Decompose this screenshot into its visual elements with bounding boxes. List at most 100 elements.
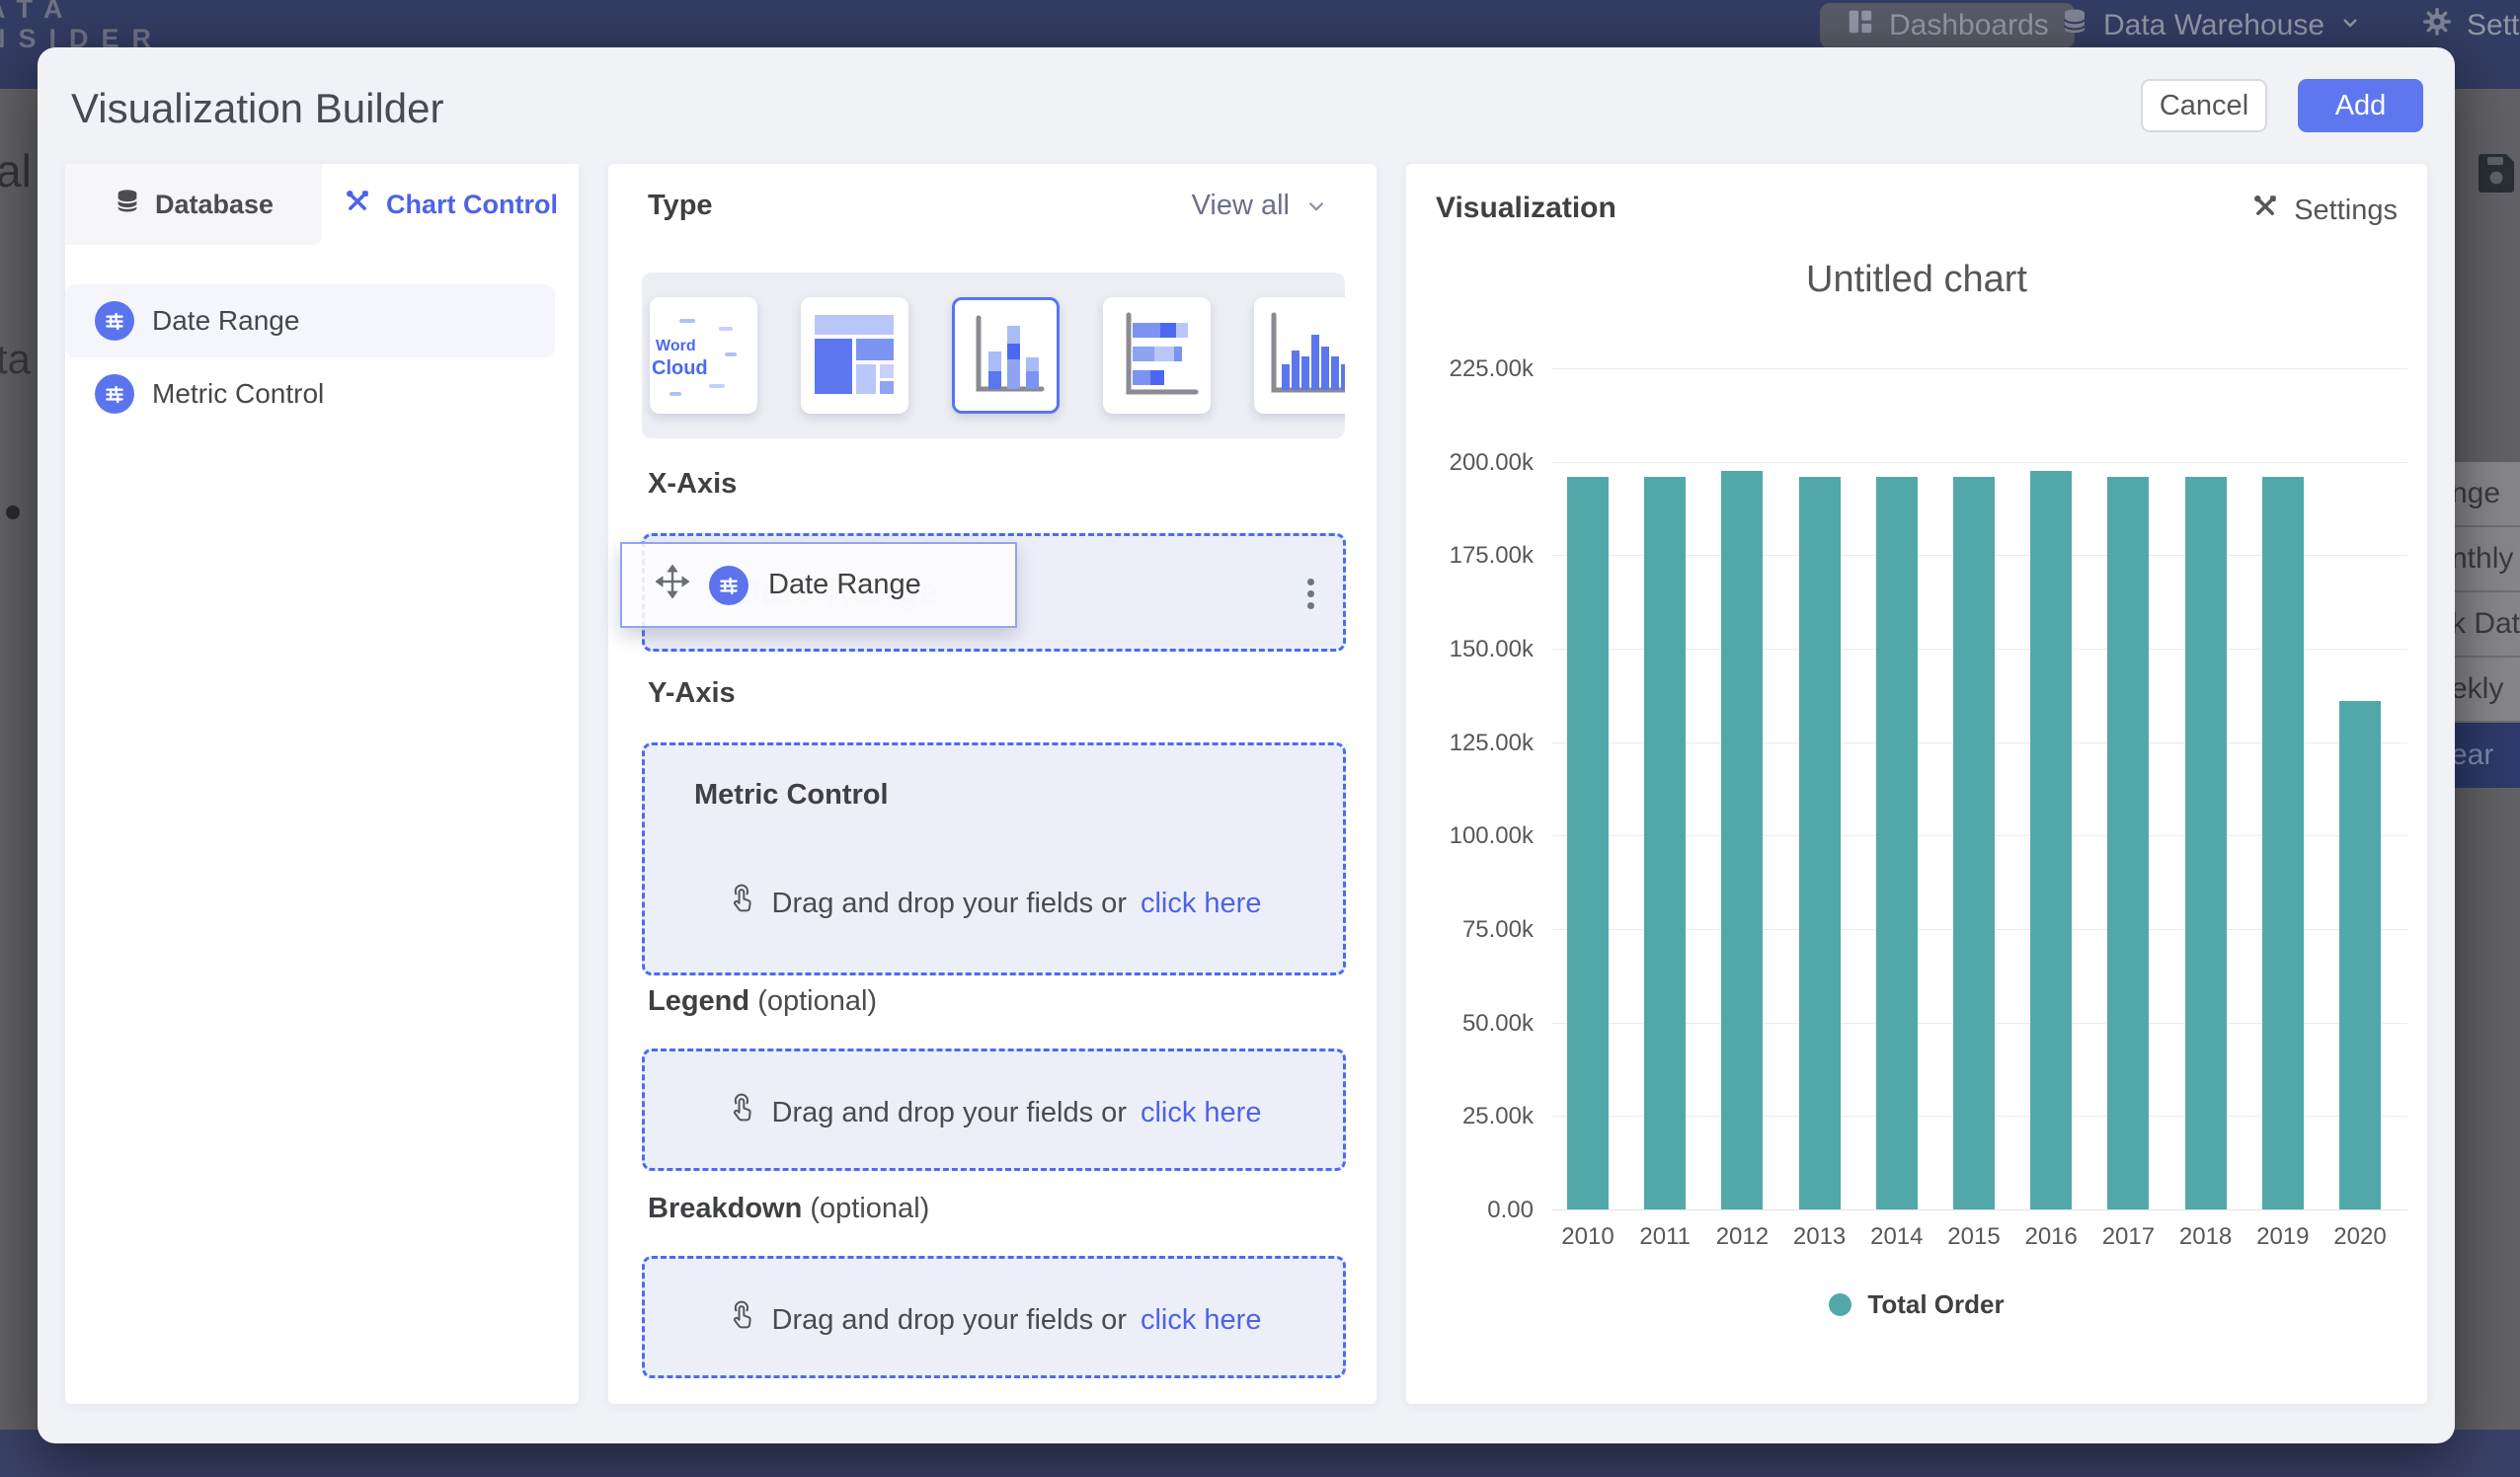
chart-legend: Total Order	[1406, 1289, 2427, 1320]
field-date-range-label: Date Range	[152, 305, 299, 337]
click-here-link[interactable]: click here	[1141, 1304, 1262, 1337]
chart-type-horizontal-bar[interactable]	[1103, 297, 1211, 414]
bar-2013	[1799, 477, 1841, 1209]
x-tick-label: 2012	[1702, 1223, 1781, 1251]
x-tick-label: 2018	[2166, 1223, 2245, 1251]
tab-database-label: Database	[155, 190, 274, 220]
settings-label: Settings	[2294, 194, 2398, 227]
tap-hand-icon	[727, 884, 758, 923]
click-here-link[interactable]: click here	[1141, 1097, 1262, 1129]
screen: ATA NSIDER Dashboards Data Warehouse Set…	[0, 0, 2520, 1477]
view-all-label: View all	[1192, 190, 1290, 222]
drop-hint: Drag and drop your fields or click here	[645, 884, 1343, 923]
x-tick-label: 2015	[1934, 1223, 2013, 1251]
y-tick-label: 100.00k	[1405, 822, 1534, 850]
legend-label: Total Order	[1867, 1289, 2004, 1320]
y-tick-label: 200.00k	[1405, 449, 1534, 477]
cancel-button[interactable]: Cancel	[2141, 79, 2267, 132]
tap-hand-icon	[727, 1093, 758, 1132]
x-axis-section-label: X-Axis	[648, 468, 737, 501]
tab-chart-control[interactable]: Chart Control	[322, 164, 579, 245]
visualization-builder-modal: Visualization Builder Cancel Add Databas…	[38, 47, 2455, 1443]
drop-hint: Drag and drop your fields or click here	[645, 1300, 1343, 1340]
breakdown-dropzone[interactable]: Drag and drop your fields or click here	[642, 1256, 1346, 1378]
chart-plot: 225.00k200.00k175.00k150.00k125.00k100.0…	[1552, 368, 2407, 1209]
add-button[interactable]: Add	[2298, 79, 2423, 132]
chip-label: Date Range	[768, 569, 921, 601]
y-tick-label: 25.00k	[1405, 1103, 1534, 1130]
gridline	[1552, 1209, 2407, 1210]
y-tick-label: 0.00	[1405, 1197, 1534, 1224]
builder-panel: Type View all Word Cloud	[608, 164, 1377, 1404]
gear-icon	[2421, 6, 2453, 45]
bar-2015	[1953, 477, 1995, 1209]
bar-2016	[2030, 471, 2072, 1209]
bg-menu-item: nge	[2449, 462, 2520, 527]
y-tick-label: 75.00k	[1405, 916, 1534, 944]
fields-panel: Database Chart Control Date Range Metric…	[65, 164, 579, 1404]
click-here-link[interactable]: click here	[1141, 888, 1262, 920]
database-icon	[2060, 7, 2089, 44]
y-tick-label: 175.00k	[1405, 542, 1534, 570]
y-tick-label: 150.00k	[1405, 636, 1534, 663]
bg-menu-item-selected: ear	[2449, 723, 2520, 788]
modal-title: Visualization Builder	[71, 85, 443, 132]
chart-settings-button[interactable]: Settings	[2250, 192, 2398, 229]
sliders-icon	[95, 301, 134, 341]
y-tick-label: 50.00k	[1405, 1010, 1534, 1038]
chart-type-word-cloud[interactable]: Word Cloud	[650, 297, 757, 414]
visualization-header: Visualization	[1436, 192, 1616, 225]
x-tick-label: 2014	[1857, 1223, 1936, 1251]
nav-settings[interactable]: Settings	[2421, 3, 2520, 48]
word-cloud-word-2: Cloud	[652, 357, 708, 379]
date-range-drag-chip[interactable]: Date Range	[620, 542, 1017, 628]
field-metric-control-label: Metric Control	[152, 378, 324, 410]
visualization-panel: Visualization Settings Untitled chart 22…	[1406, 164, 2427, 1404]
drop-text: Drag and drop your fields or	[772, 1097, 1127, 1129]
chart-type-column[interactable]	[1254, 297, 1345, 414]
x-tick-label: 2019	[2244, 1223, 2323, 1251]
tap-hand-icon	[727, 1300, 758, 1340]
bg-menu-item: nthly	[2449, 527, 2520, 592]
bg-text-fragment-1: al	[0, 144, 32, 197]
y-tick-label: 125.00k	[1405, 730, 1534, 757]
gridline	[1552, 462, 2407, 463]
breakdown-section-label: Breakdown (optional)	[648, 1193, 929, 1225]
chart-type-treemap[interactable]	[801, 297, 908, 414]
nav-data-warehouse[interactable]: Data Warehouse	[2060, 3, 2362, 48]
bar-2011	[1644, 477, 1686, 1209]
drop-text: Drag and drop your fields or	[772, 1304, 1127, 1337]
tools-icon	[2250, 192, 2280, 229]
bar-2017	[2107, 477, 2149, 1209]
save-icon	[2473, 148, 2520, 200]
bg-text-fragment-2: ta	[0, 336, 31, 383]
x-tick-label: 2016	[2011, 1223, 2090, 1251]
tab-chart-control-label: Chart Control	[386, 190, 558, 220]
sliders-icon	[95, 374, 134, 414]
type-section-label: Type	[648, 190, 713, 222]
legend-dropzone[interactable]: Drag and drop your fields or click here	[642, 1049, 1346, 1171]
kebab-menu-icon[interactable]	[1307, 574, 1315, 614]
legend-section-label: Legend (optional)	[648, 985, 877, 1018]
x-tick-label: 2010	[1548, 1223, 1627, 1251]
x-tick-label: 2011	[1625, 1223, 1704, 1251]
y-axis-dropzone[interactable]: Metric Control Drag and drop your fields…	[642, 742, 1346, 975]
bar-2019	[2262, 477, 2304, 1209]
nav-dashboards[interactable]: Dashboards	[1820, 3, 2075, 48]
move-icon	[656, 565, 689, 606]
chevron-down-icon	[2338, 9, 2362, 42]
view-all-dropdown[interactable]: View all	[1192, 190, 1329, 222]
bar-2018	[2185, 477, 2227, 1209]
legend-dot	[1829, 1293, 1851, 1316]
tools-icon	[343, 187, 372, 223]
chart-title: Untitled chart	[1406, 259, 2427, 301]
chart-type-stacked-column[interactable]	[952, 297, 1060, 414]
nav-data-warehouse-label: Data Warehouse	[2103, 9, 2324, 42]
gridline	[1552, 368, 2407, 369]
field-metric-control[interactable]: Metric Control	[65, 357, 555, 430]
tab-database[interactable]: Database	[65, 164, 322, 245]
x-tick-label: 2013	[1780, 1223, 1859, 1251]
bg-menu-item: k Date	[2449, 592, 2520, 658]
bar-2012	[1721, 471, 1763, 1209]
field-date-range[interactable]: Date Range	[65, 284, 555, 357]
